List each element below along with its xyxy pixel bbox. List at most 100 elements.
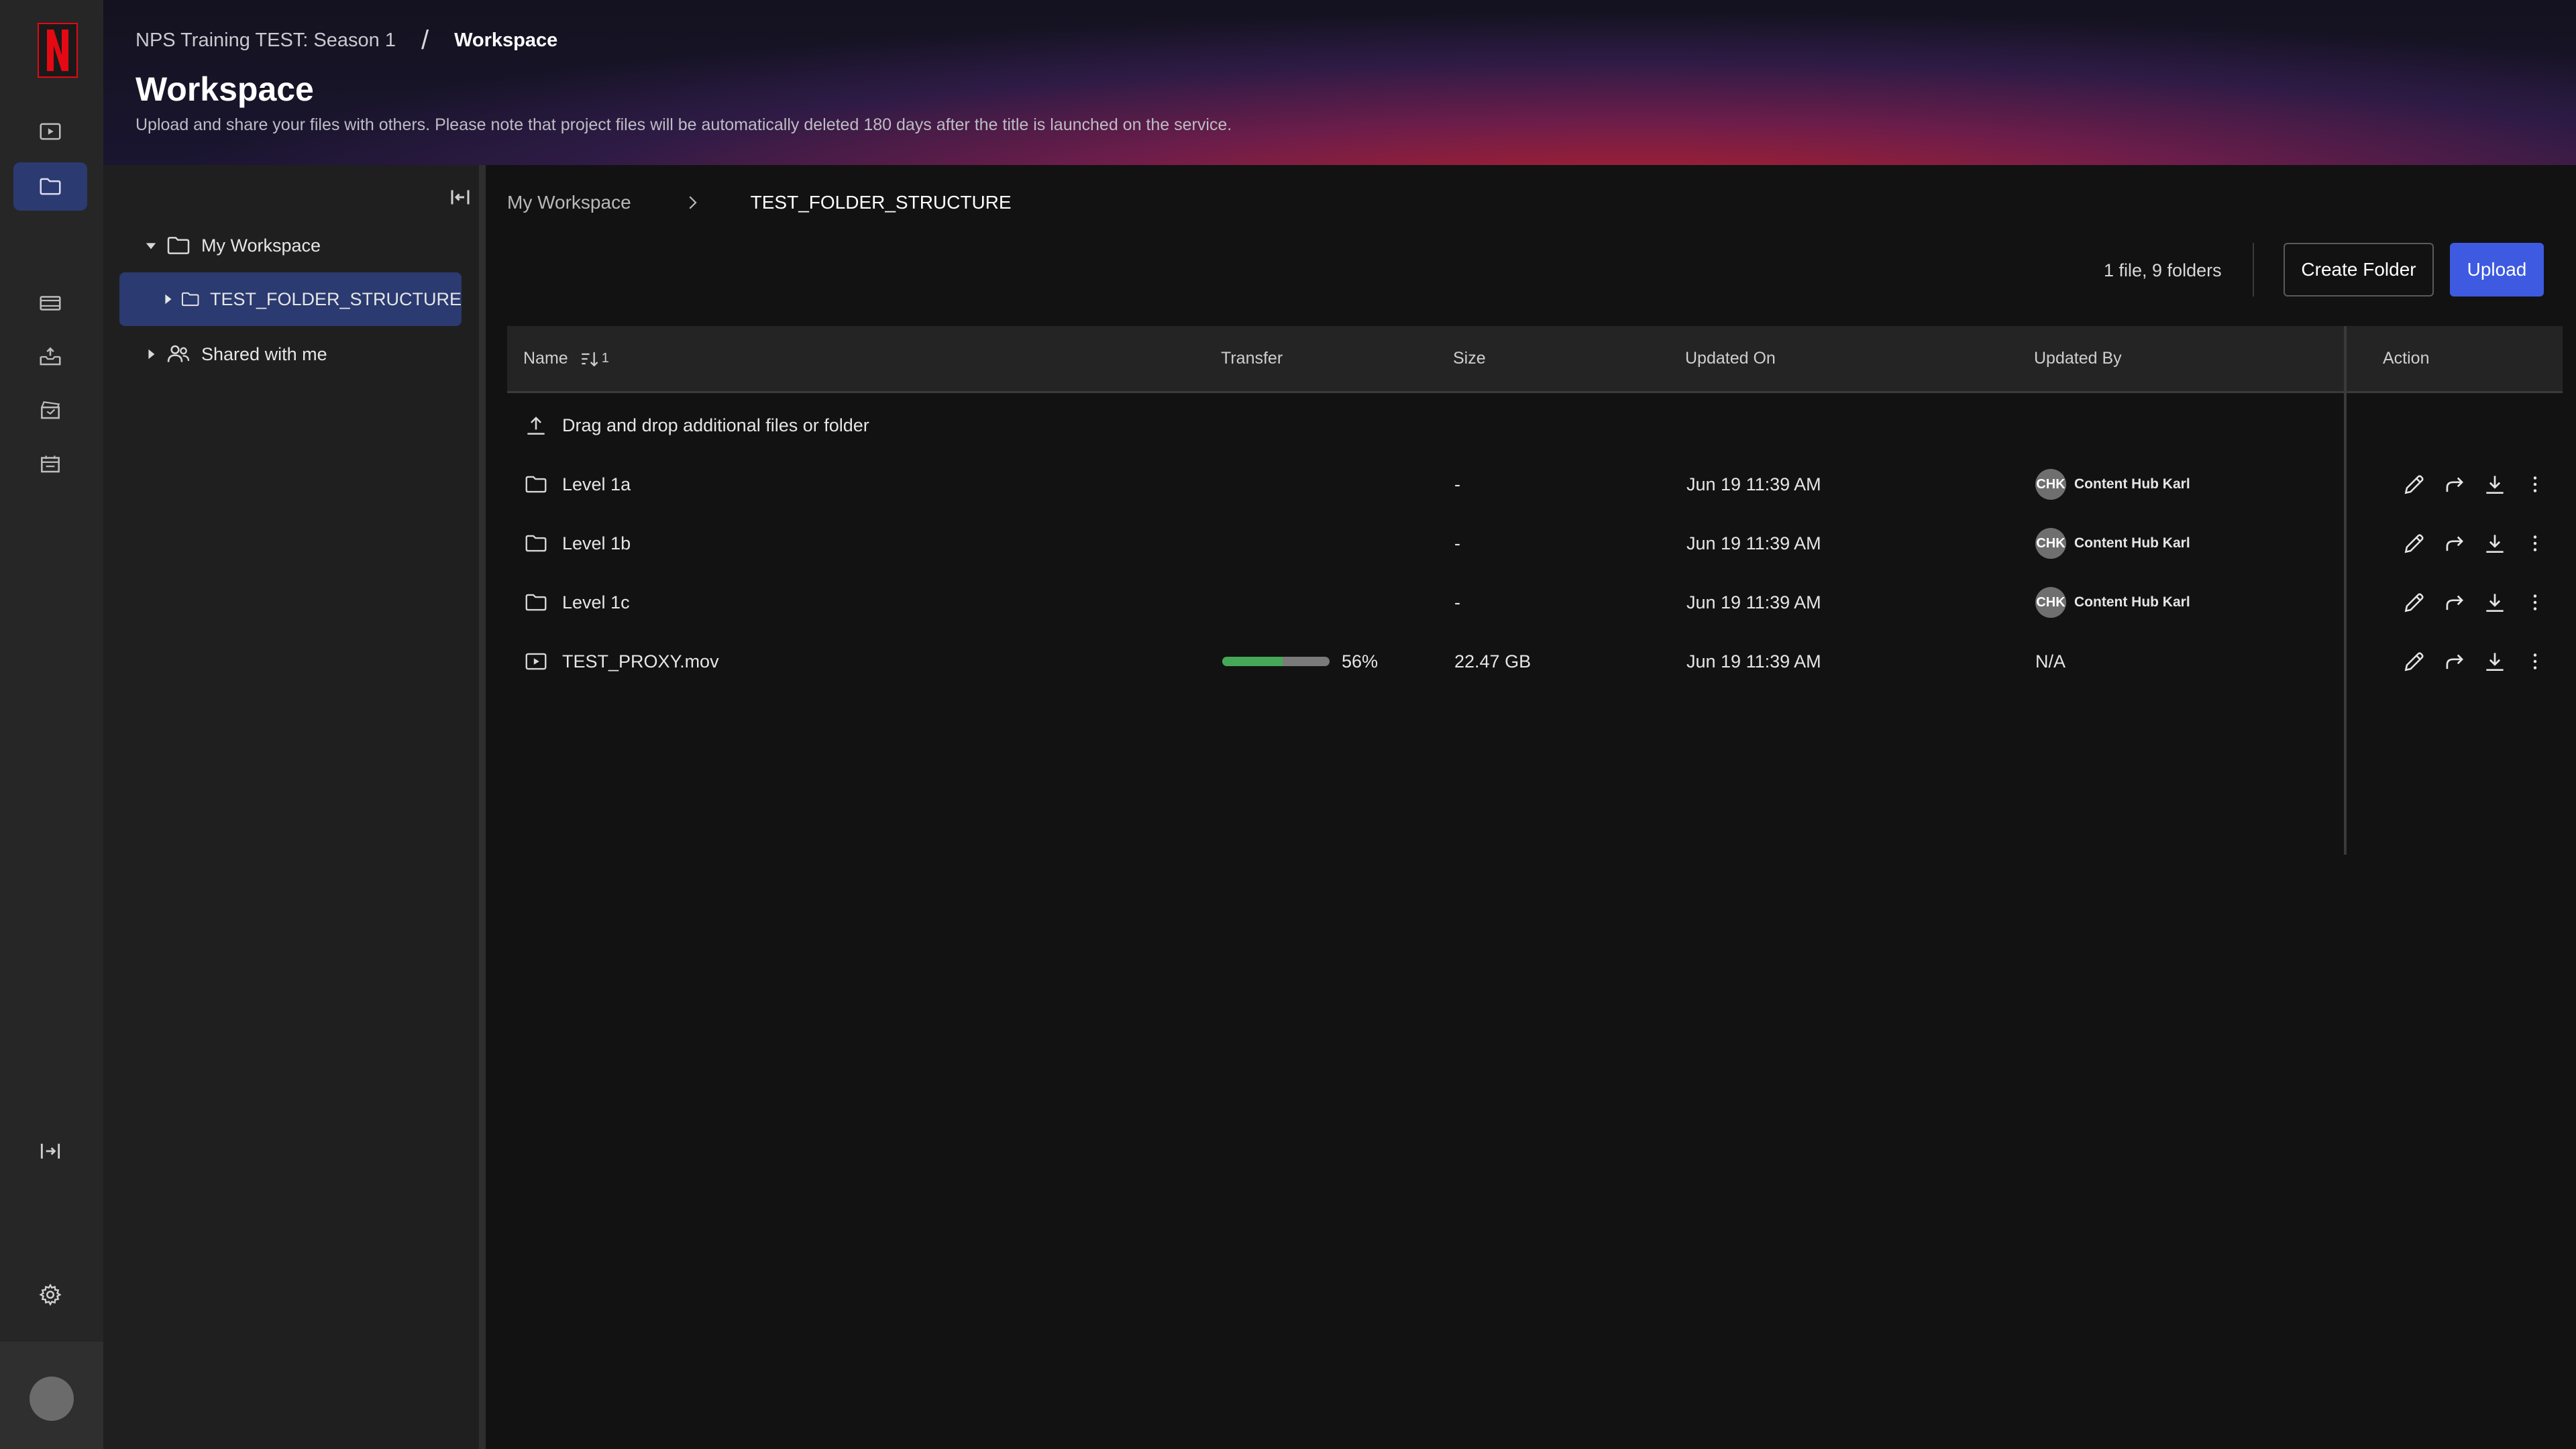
upload-button[interactable]: Upload [2450,243,2544,297]
item-updated-by: CHK Content Hub Karl [2035,514,2190,573]
column-updated-by[interactable]: Updated By [2034,326,2122,391]
rail-item-film[interactable] [13,279,87,327]
download-icon[interactable] [2482,531,2508,556]
tree-item-my-workspace[interactable]: My Workspace [141,231,321,260]
table-row[interactable]: TEST_PROXY.mov 56% 22.47 GB Jun 19 11:39… [507,632,2563,691]
breadcrumb-project[interactable]: NPS Training TEST: Season 1 [136,30,396,52]
rail-item-deliveries[interactable] [13,333,87,381]
share-forward-icon[interactable] [2442,531,2467,556]
folder-icon [40,178,61,195]
netflix-logo[interactable] [38,23,78,78]
collapse-tree-button[interactable] [444,181,476,213]
column-transfer[interactable]: Transfer [1221,326,1283,391]
folder-breadcrumb: My Workspace TEST_FOLDER_STRUCTURE [507,192,1012,213]
item-updated-by: N/A [2035,651,2066,672]
sort-ascending-icon [581,352,598,367]
breadcrumb-my-workspace[interactable]: My Workspace [507,192,631,213]
rail-item-workspace[interactable] [13,162,87,211]
updated-by-name: Content Hub Karl [2074,476,2190,492]
user-avatar[interactable] [30,1377,74,1421]
rail-item-media[interactable] [13,107,87,156]
folder-tree-panel: My Workspace TEST_FOLDER_STRUCTURE Share… [103,165,479,1449]
pencil-icon[interactable] [2402,590,2427,615]
sort-order-number: 1 [601,351,609,366]
folder-icon [525,535,547,552]
panel-resize-handle[interactable] [479,165,486,1449]
more-vertical-icon[interactable] [2522,472,2548,497]
more-vertical-icon[interactable] [2522,649,2548,674]
create-folder-button[interactable]: Create Folder [2284,243,2434,297]
item-size: 22.47 GB [1454,651,1532,672]
expand-icon [40,1143,60,1159]
upload-icon [527,417,545,435]
column-size[interactable]: Size [1453,326,1486,391]
row-actions [2402,632,2548,691]
item-updated-on: Jun 19 11:39 AM [1686,592,1821,612]
collapse-icon [451,190,470,205]
item-name[interactable]: Level 1c [562,592,630,613]
item-updated-on: Jun 19 11:39 AM [1686,474,1821,494]
pencil-icon[interactable] [2402,531,2427,556]
film-strip-icon [40,296,61,311]
item-size: - [1454,533,1460,553]
more-vertical-icon[interactable] [2522,590,2548,615]
user-initials-avatar: CHK [2035,469,2066,500]
column-name[interactable]: Name 1 [523,326,609,391]
settings-button[interactable] [13,1271,87,1319]
item-name[interactable]: TEST_PROXY.mov [562,651,719,672]
download-icon[interactable] [2482,590,2508,615]
item-size: - [1454,474,1460,494]
item-name[interactable]: Level 1a [562,474,631,495]
caret-right-icon[interactable] [160,289,176,309]
tree-item-label: TEST_FOLDER_STRUCTURE [209,288,462,309]
item-updated-by: CHK Content Hub Karl [2035,573,2190,632]
user-initials-avatar: CHK [2035,528,2066,559]
folder-icon [167,237,190,254]
progress-percent: 56% [1342,651,1379,672]
table-header: Name 1 Transfer Size Updated On Updated … [507,326,2563,393]
sort-indicator[interactable]: 1 [579,347,609,370]
clapperboard-icon [41,401,60,419]
share-forward-icon[interactable] [2442,472,2467,497]
download-icon[interactable] [2482,649,2508,674]
table-row[interactable]: Level 1b - Jun 19 11:39 AM CHK Content H… [507,514,2563,573]
share-forward-icon[interactable] [2442,649,2467,674]
tree-item-shared-with-me[interactable]: Shared with me [141,339,327,369]
toolbar-divider [2253,243,2254,297]
column-label: Name [523,349,568,368]
calendar-box-icon [41,455,60,473]
progress-fill [1222,657,1283,666]
caret-right-icon[interactable] [141,344,161,364]
updated-by-name: Content Hub Karl [2074,594,2190,610]
gear-icon [39,1283,62,1306]
tree-item-test-folder-structure[interactable]: TEST_FOLDER_STRUCTURE [119,272,462,326]
download-icon[interactable] [2482,472,2508,497]
inbox-upload-icon [40,347,61,366]
pencil-icon[interactable] [2402,472,2427,497]
breadcrumb: NPS Training TEST: Season 1 / Workspace [136,25,557,56]
breadcrumb-current-folder: TEST_FOLDER_STRUCTURE [750,192,1012,213]
folder-icon [525,476,547,493]
more-vertical-icon[interactable] [2522,531,2548,556]
share-forward-icon[interactable] [2442,590,2467,615]
page-title: Workspace [136,70,314,108]
row-actions [2402,514,2548,573]
item-name[interactable]: Level 1b [562,533,631,554]
rail-item-production[interactable] [13,386,87,435]
rail-item-schedule[interactable] [13,440,87,488]
updated-by-name: Content Hub Karl [2074,535,2190,551]
item-size: - [1454,592,1460,612]
column-updated-on[interactable]: Updated On [1685,326,1776,391]
chevron-right-icon [682,193,702,213]
table-row[interactable]: Level 1a - Jun 19 11:39 AM CHK Content H… [507,455,2563,514]
table-row[interactable]: Level 1c - Jun 19 11:39 AM CHK Content H… [507,573,2563,632]
shared-users-icon [167,345,190,362]
row-actions [2402,573,2548,632]
pencil-icon[interactable] [2402,649,2427,674]
caret-down-icon[interactable] [141,235,161,256]
page-header: NPS Training TEST: Season 1 / Workspace … [103,0,2576,165]
main-content: My Workspace TEST_FOLDER_STRUCTURE 1 fil… [486,165,2576,1449]
expand-rail-button[interactable] [13,1127,87,1175]
tree-item-label: Shared with me [201,343,327,364]
drop-zone-row[interactable]: Drag and drop additional files or folder [507,396,2563,455]
